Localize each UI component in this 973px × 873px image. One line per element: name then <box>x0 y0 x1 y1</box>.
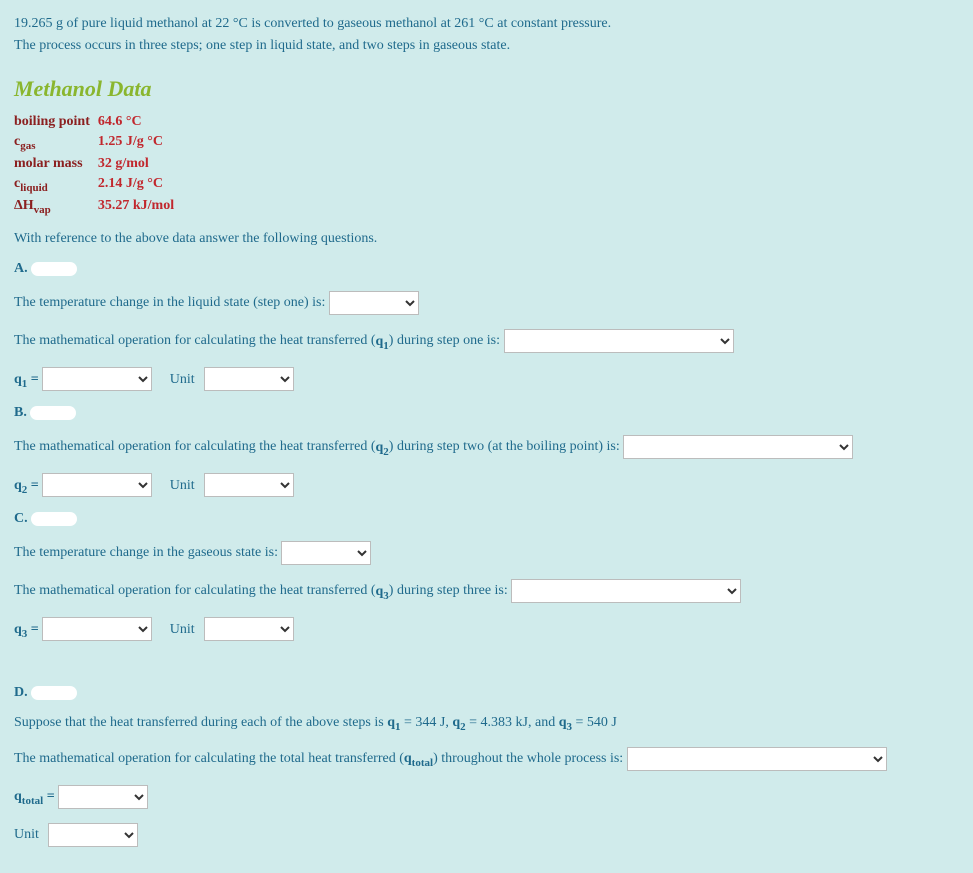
redaction <box>31 262 77 276</box>
a-q2-text-post: ) during step one is: <box>389 334 500 349</box>
a-operation-select[interactable] <box>504 329 734 353</box>
row-cgas-label: cgas <box>14 132 98 154</box>
d-operation-select[interactable] <box>627 747 887 771</box>
methanol-data-table: boiling point 64.6 °C cgas 1.25 J/g °C m… <box>14 112 182 217</box>
d-qtotal-equals: qtotal = <box>14 789 55 804</box>
row-boiling-value: 64.6 °C <box>98 112 182 132</box>
row-cgas-value: 1.25 J/g °C <box>98 132 182 154</box>
intro-line-2: The process occurs in three steps; one s… <box>14 38 959 54</box>
methanol-data-heading: Methanol Data <box>14 76 959 102</box>
a-unit-label: Unit <box>170 372 195 387</box>
section-c-label: C. <box>14 511 959 527</box>
d-q-text-pre: The mathematical operation for calculati… <box>14 751 404 766</box>
a-temp-change-select[interactable] <box>329 291 419 315</box>
redaction <box>31 512 77 526</box>
row-boiling-label: boiling point <box>14 112 98 132</box>
section-d-label: D. <box>14 685 959 701</box>
redaction <box>30 406 76 420</box>
b-unit-select[interactable] <box>204 473 294 497</box>
d-suppose-text: Suppose that the heat transferred during… <box>14 715 959 733</box>
c-unit-select[interactable] <box>204 617 294 641</box>
a-q1-text: The temperature change in the liquid sta… <box>14 296 325 311</box>
redaction <box>31 686 77 700</box>
row-molar-label: molar mass <box>14 154 98 174</box>
c-q2-text-pre: The mathematical operation for calculati… <box>14 584 376 599</box>
a-q1-value-select[interactable] <box>42 367 152 391</box>
d-unit-select[interactable] <box>48 823 138 847</box>
d-q-text-post: ) throughout the whole process is: <box>433 751 623 766</box>
row-molar-value: 32 g/mol <box>98 154 182 174</box>
a-unit-select[interactable] <box>204 367 294 391</box>
b-q2-value-select[interactable] <box>42 473 152 497</box>
c-q3-equals: q3 = <box>14 622 39 637</box>
c-unit-label: Unit <box>170 622 195 637</box>
c-operation-select[interactable] <box>511 579 741 603</box>
row-cliquid-label: cliquid <box>14 174 98 196</box>
b-q2-equals: q2 = <box>14 478 39 493</box>
c-q3-value-select[interactable] <box>42 617 152 641</box>
c-temp-change-select[interactable] <box>281 541 371 565</box>
a-q1-equals: q1 = <box>14 372 39 387</box>
instruction-text: With reference to the above data answer … <box>14 231 959 247</box>
b-q-text-post: ) during step two (at the boiling point)… <box>389 440 620 455</box>
row-cliquid-value: 2.14 J/g °C <box>98 174 182 196</box>
a-q2-text-pre: The mathematical operation for calculati… <box>14 334 376 349</box>
d-unit-label: Unit <box>14 827 39 842</box>
d-qtotal-value-select[interactable] <box>58 785 148 809</box>
b-q-text-pre: The mathematical operation for calculati… <box>14 440 376 455</box>
section-b-label: B. <box>14 405 959 421</box>
b-operation-select[interactable] <box>623 435 853 459</box>
row-hvap-label: ΔHvap <box>14 196 98 218</box>
row-hvap-value: 35.27 kJ/mol <box>98 196 182 218</box>
intro-line-1: 19.265 g of pure liquid methanol at 22 °… <box>14 16 959 32</box>
b-unit-label: Unit <box>170 478 195 493</box>
c-q2-text-post: ) during step three is: <box>389 584 508 599</box>
c-q1-text: The temperature change in the gaseous st… <box>14 546 278 561</box>
section-a-label: A. <box>14 261 959 277</box>
